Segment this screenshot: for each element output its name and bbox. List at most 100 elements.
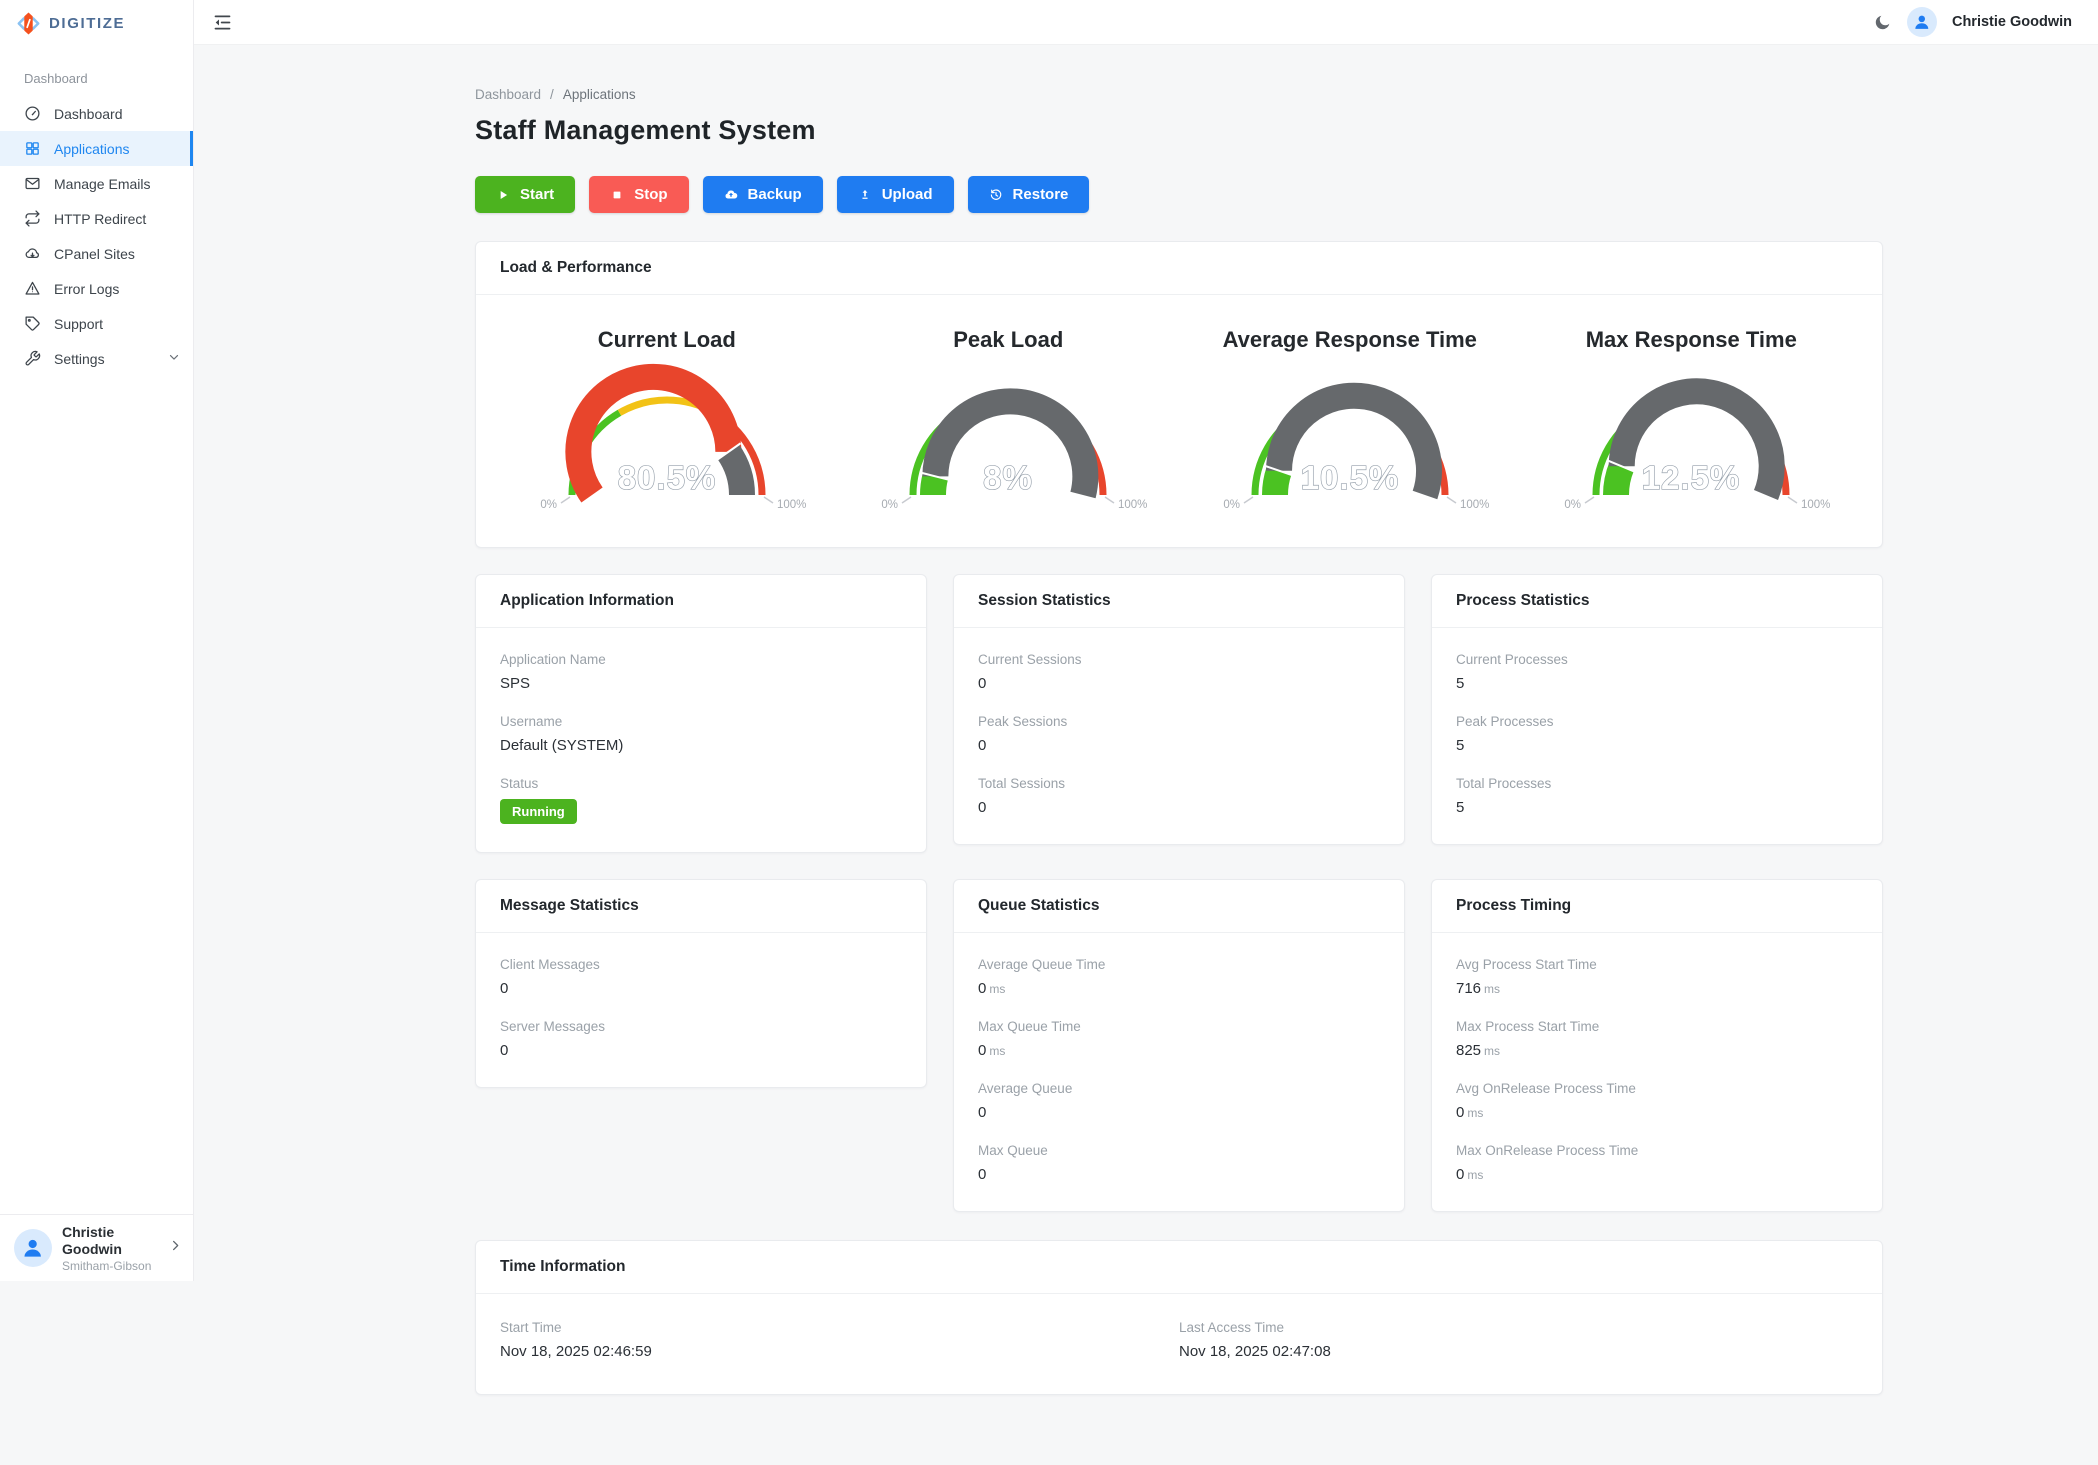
gauge-min-label: 0% (540, 499, 557, 511)
field-label: Average Queue Time (978, 957, 1380, 972)
sidebar-item-settings[interactable]: Settings (0, 341, 193, 376)
sidebar-item-label: Support (54, 316, 103, 332)
start-button[interactable]: Start (475, 176, 575, 213)
gauge-title: Average Response Time (1223, 327, 1477, 353)
field: Max OnRelease Process Time0ms (1456, 1143, 1858, 1183)
field-value: 0 (978, 1166, 1380, 1183)
card-process-timing: Process TimingAvg Process Start Time716m… (1431, 879, 1883, 1212)
load-performance-title: Load & Performance (476, 242, 1882, 295)
restore-button[interactable]: Restore (968, 176, 1090, 213)
digitize-logo-icon (15, 10, 42, 37)
chevron-down-icon (167, 350, 181, 367)
status-badge: Running (500, 799, 577, 824)
gauge-peak-load: Peak Load0%100%8% (838, 319, 1180, 517)
gauges-container: Current Load 0% 100% 80.5% Peak Load0%100%8%… (476, 295, 1882, 547)
sidebar-item-applications[interactable]: Applications (0, 131, 193, 166)
backup-button[interactable]: Backup (703, 176, 823, 213)
gauge-current-load: Current Load0%100%80.5% (496, 319, 838, 517)
sidebar-nav: Dashboard Applications Manage Emails HTTP R… (0, 96, 193, 376)
card-title: Process Timing (1432, 880, 1882, 933)
field: Max Process Start Time825ms (1456, 1019, 1858, 1059)
button-label: Upload (882, 186, 933, 203)
sidebar-item-support[interactable]: Support (0, 306, 193, 341)
field-label: Max Queue (978, 1143, 1380, 1158)
card-message-statistics: Message StatisticsClient Messages0Server… (475, 879, 927, 1088)
breadcrumb-applications[interactable]: Applications (563, 87, 636, 102)
field-value: 5 (1456, 675, 1858, 692)
logo-text: DIGITIZE (49, 15, 125, 32)
sidebar-item-cpanel-sites[interactable]: CPanel Sites (0, 236, 193, 271)
card-session-statistics: Session StatisticsCurrent Sessions0Peak … (953, 574, 1405, 845)
app-logo[interactable]: DIGITIZE (0, 0, 193, 46)
time-field-last-access-time: Last Access TimeNov 18, 2025 02:47:08 (1179, 1320, 1858, 1360)
sidebar-item-label: Error Logs (54, 281, 119, 297)
field-value: 0ms (1456, 1104, 1858, 1121)
button-label: Stop (634, 186, 667, 203)
gauge-value: 80.5% (617, 459, 716, 496)
field: Application NameSPS (500, 652, 902, 692)
header-user-name[interactable]: Christie Goodwin (1952, 14, 2072, 30)
sidebar-item-dashboard[interactable]: Dashboard (0, 96, 193, 131)
field: Current Sessions0 (978, 652, 1380, 692)
outdent-icon[interactable] (212, 12, 233, 33)
field-label: Current Processes (1456, 652, 1858, 667)
sidebar-item-http-redirect[interactable]: HTTP Redirect (0, 201, 193, 236)
field-value: 0ms (978, 980, 1380, 997)
field-value: 0 (978, 799, 1380, 816)
sidebar-user-subtitle: Smitham-Gibson (62, 1259, 158, 1273)
gauge-average-response-time: Average Response Time0%100%10.5% (1179, 319, 1521, 517)
field: UsernameDefault (SYSTEM) (500, 714, 902, 754)
field-value: 825ms (1456, 1042, 1858, 1059)
cards-row-1: Application Information Application NameS… (475, 574, 1883, 853)
time-information-title: Time Information (476, 1241, 1882, 1294)
field-value: 0 (978, 1104, 1380, 1121)
tag-icon (24, 315, 41, 332)
sidebar-section-label: Dashboard (0, 46, 193, 96)
moon-icon[interactable] (1873, 13, 1892, 32)
field: Max Queue 0 (978, 1143, 1380, 1183)
sidebar-item-label: Manage Emails (54, 176, 151, 192)
field-label: Start Time (500, 1320, 1179, 1335)
gauge-title: Current Load (598, 327, 736, 353)
sidebar: DIGITIZE Dashboard Dashboard Applications… (0, 0, 194, 1281)
field-label: Status (500, 776, 902, 791)
field-label: Max Queue Time (978, 1019, 1380, 1034)
sidebar-user-card[interactable]: Christie Goodwin Smitham-Gibson (0, 1214, 193, 1281)
field: Peak Processes5 (1456, 714, 1858, 754)
field: Client Messages0 (500, 957, 902, 997)
gauge-max-label: 100% (1801, 499, 1830, 511)
field-value: SPS (500, 675, 902, 692)
header-user-avatar[interactable] (1907, 7, 1937, 37)
field-label: Avg OnRelease Process Time (1456, 1081, 1858, 1096)
button-label: Restore (1013, 186, 1069, 203)
sidebar-item-manage-emails[interactable]: Manage Emails (0, 166, 193, 201)
gauge-min-label: 0% (1565, 499, 1582, 511)
breadcrumb-dashboard[interactable]: Dashboard (475, 87, 541, 102)
page-title: Staff Management System (475, 115, 1883, 146)
field: Max Queue Time 0ms (978, 1019, 1380, 1059)
history-icon (989, 188, 1003, 202)
upload-button[interactable]: Upload (837, 176, 954, 213)
stop-icon (610, 188, 624, 202)
field-value: 0 (500, 980, 902, 997)
field-value: 0 (978, 737, 1380, 754)
field-value: 716ms (1456, 980, 1858, 997)
field: Average Queue Time 0ms (978, 957, 1380, 997)
stop-button[interactable]: Stop (589, 176, 688, 213)
unit-suffix: ms (989, 1044, 1005, 1058)
field-value: Default (SYSTEM) (500, 737, 902, 754)
card-title: Application Information (476, 575, 926, 628)
field-label: Peak Processes (1456, 714, 1858, 729)
sidebar-user-name: Christie Goodwin (62, 1224, 158, 1259)
main-content: Dashboard / Applications Staff Managemen… (194, 45, 2098, 1395)
gauge-value: 12.5% (1642, 459, 1741, 496)
field: Total Processes5 (1456, 776, 1858, 816)
sidebar-item-label: Dashboard (54, 106, 123, 122)
field-value: 0ms (978, 1042, 1380, 1059)
card-title: Session Statistics (954, 575, 1404, 628)
field-label: Max OnRelease Process Time (1456, 1143, 1858, 1158)
card-process-statistics: Process StatisticsCurrent Processes5Peak… (1431, 574, 1883, 845)
field-value: 0 (978, 675, 1380, 692)
sidebar-item-error-logs[interactable]: Error Logs (0, 271, 193, 306)
gauge-chart: 0%100%12.5% (1561, 365, 1821, 517)
